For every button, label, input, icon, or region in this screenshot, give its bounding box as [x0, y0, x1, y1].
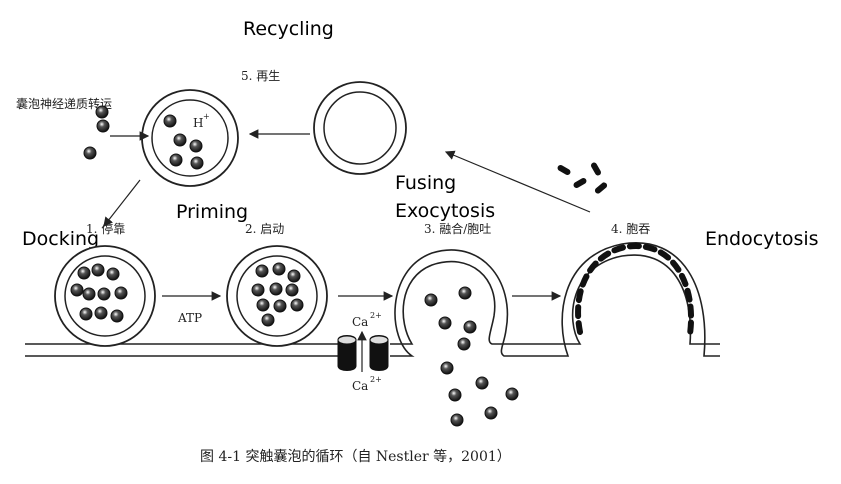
neurotransmitter-dot	[440, 361, 454, 375]
neurotransmitter-dot	[272, 262, 286, 276]
neurotransmitter-dot	[450, 413, 464, 427]
calcium-channel	[337, 330, 389, 372]
coat-fragments	[557, 162, 608, 194]
neurotransmitter-dot	[79, 307, 93, 321]
label-endocytosis: Endocytosis	[705, 228, 819, 250]
neurotransmitter-dot	[94, 306, 108, 320]
vesicle-priming	[226, 245, 328, 347]
neurotransmitter-dot	[96, 119, 110, 133]
diagram-canvas: Recycling Priming Docking Fusing Exocyto…	[16, 18, 819, 465]
coat-fragment	[591, 162, 601, 176]
neurotransmitter-dot	[458, 286, 472, 300]
calcium-sup-bottom: 2+	[370, 375, 382, 384]
step-endo-label: 4. 胞吞	[611, 222, 650, 236]
neurotransmitter-dot	[273, 299, 287, 313]
neurotransmitter-dot	[269, 282, 283, 296]
neurotransmitter-dot	[287, 269, 301, 283]
calcium-sup-top: 2+	[370, 311, 382, 320]
neurotransmitter-dot	[91, 263, 105, 277]
neurotransmitter-dot	[448, 388, 462, 402]
neurotransmitter-dot	[173, 133, 187, 147]
neurotransmitter-dot	[475, 376, 489, 390]
step-fuse-label: 3. 融合/胞吐	[424, 221, 491, 236]
neurotransmitter-dot	[106, 267, 120, 281]
coat-fragment	[557, 165, 571, 175]
neurotransmitter-dot	[290, 298, 304, 312]
calcium-label-top: Ca	[352, 315, 368, 329]
neurotransmitter-dot	[438, 316, 452, 330]
neurotransmitter-dot	[169, 153, 183, 167]
neurotransmitter-dot	[261, 313, 275, 327]
neurotransmitter-dot	[189, 139, 203, 153]
label-priming: Priming	[176, 201, 248, 223]
neurotransmitter-dot	[114, 286, 128, 300]
clathrin-coat	[575, 242, 694, 337]
neurotransmitter-dot	[463, 320, 477, 334]
neurotransmitter-dot	[484, 406, 498, 420]
neurotransmitter-dot	[83, 146, 97, 160]
neurotransmitter-dot	[255, 264, 269, 278]
coat-fragment	[594, 182, 608, 194]
label-fusing: Fusing	[395, 172, 456, 194]
neurotransmitter-dot	[256, 298, 270, 312]
neurotransmitter-dot	[190, 156, 204, 170]
step-recycle-label: 5. 再生	[241, 69, 280, 83]
neurotransmitter-dot	[77, 266, 91, 280]
neurotransmitter-dot	[251, 283, 265, 297]
figure-caption: 图 4-1 突触囊泡的循环（自 Nestler 等，2001）	[200, 448, 511, 465]
synaptic-vesicle-cycle-diagram: Recycling Priming Docking Fusing Exocyto…	[0, 0, 841, 484]
neurotransmitter-dot	[163, 114, 177, 128]
neurotransmitter-dot	[424, 293, 438, 307]
label-recycling: Recycling	[243, 18, 334, 40]
neurotransmitter-dot	[505, 387, 519, 401]
calcium-label-bottom: Ca	[352, 379, 368, 393]
neurotransmitter-dot	[82, 287, 96, 301]
coat-fragment	[573, 178, 587, 188]
atp-label: ATP	[177, 311, 202, 325]
vesicle-recycle	[141, 89, 239, 187]
neurotransmitter-dot	[457, 337, 471, 351]
neurotransmitter-dot	[95, 105, 109, 119]
step-prime-label: 2. 启动	[245, 222, 284, 236]
vesicle-empty	[313, 81, 407, 175]
neurotransmitter-dot	[285, 283, 299, 297]
neurotransmitter-dot	[70, 283, 84, 297]
neurotransmitter-dot	[110, 309, 124, 323]
proton-sup: +	[203, 112, 210, 121]
proton-label: H	[193, 116, 203, 130]
neurotransmitter-dot	[97, 287, 111, 301]
label-exocytosis: Exocytosis	[395, 200, 495, 222]
